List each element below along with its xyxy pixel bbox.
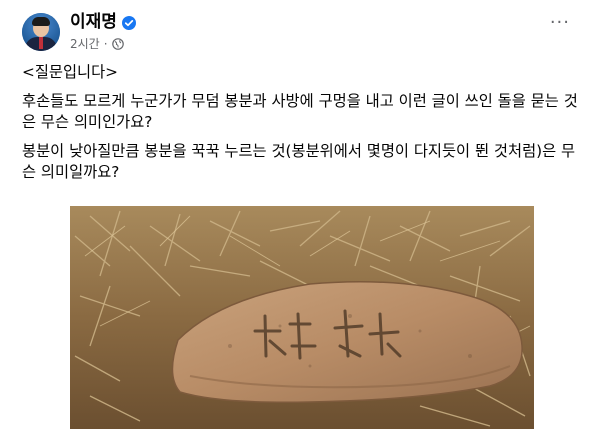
- verified-badge-icon: [121, 15, 136, 30]
- facebook-post: 이재명 2시간 · ··· <질문입니다> 후손들도 모르게 누군가가 무덤 봉…: [0, 0, 600, 429]
- stone-photo-illustration: [70, 206, 534, 429]
- timestamp-row: 2시간 ·: [70, 35, 136, 52]
- post-paragraph-question-2: 봉분이 낮아질만큼 봉분을 꾹꾹 누르는 것(봉분위에서 몇명이 다지듯이 뛴 …: [22, 142, 576, 181]
- post-paragraph-question-1: 후손들도 모르게 누군가가 무덤 봉분과 사방에 구멍을 내고 이런 글이 쓰인…: [22, 92, 578, 131]
- author-row: 이재명: [70, 12, 136, 32]
- author-avatar[interactable]: [22, 13, 60, 51]
- post-text: <질문입니다> 후손들도 모르게 누군가가 무덤 봉분과 사방에 구멍을 내고 …: [22, 62, 582, 191]
- meta-separator: ·: [103, 36, 108, 51]
- globe-icon[interactable]: [111, 37, 124, 50]
- more-options-icon[interactable]: ···: [550, 14, 570, 32]
- author-name[interactable]: 이재명: [70, 12, 117, 32]
- post-photo[interactable]: [70, 206, 534, 429]
- post-paragraph-heading: <질문입니다>: [22, 63, 119, 81]
- post-timestamp[interactable]: 2시간: [70, 35, 100, 52]
- post-meta: 이재명 2시간 ·: [70, 12, 136, 52]
- post-header: 이재명 2시간 ·: [22, 10, 136, 54]
